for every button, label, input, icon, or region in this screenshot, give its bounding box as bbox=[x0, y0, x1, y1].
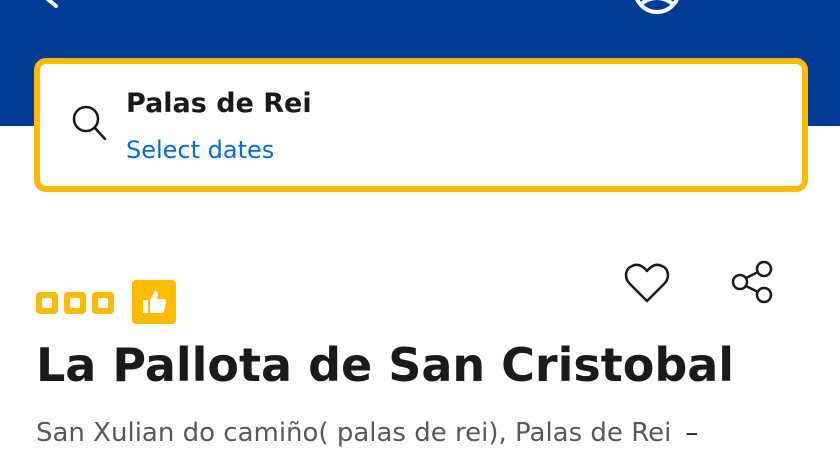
thumbs-up-icon bbox=[143, 291, 167, 313]
select-dates-link[interactable]: Select dates bbox=[126, 136, 274, 164]
property-address: San Xulian do camiño( palas de rei), Pal… bbox=[36, 418, 698, 448]
property-name: La Pallota de San Cristobal bbox=[36, 338, 735, 392]
search-icon bbox=[72, 105, 107, 141]
back-arrow-icon[interactable] bbox=[38, 0, 78, 8]
preferred-badge bbox=[132, 280, 176, 324]
rating-square-icon bbox=[64, 292, 86, 314]
address-text: San Xulian do camiño( palas de rei), Pal… bbox=[36, 418, 672, 448]
heart-icon[interactable] bbox=[622, 260, 672, 306]
search-box[interactable]: Palas de Rei Select dates bbox=[34, 58, 808, 192]
account-icon[interactable] bbox=[630, 0, 684, 18]
share-icon[interactable] bbox=[728, 258, 778, 306]
rating-square-icon bbox=[36, 292, 58, 314]
menu-icon[interactable] bbox=[752, 0, 792, 6]
rating-square-icon bbox=[92, 292, 114, 314]
search-destination[interactable]: Palas de Rei bbox=[126, 88, 312, 119]
address-separator: – bbox=[685, 418, 699, 448]
